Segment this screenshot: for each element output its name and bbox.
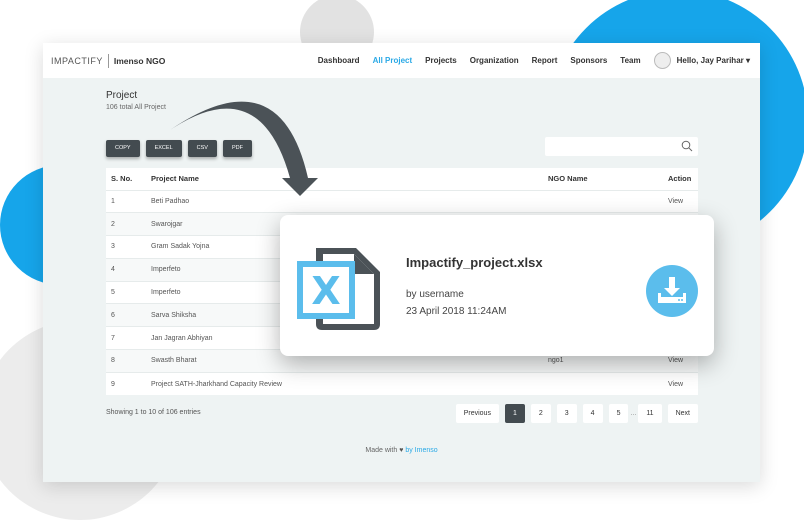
svg-text:X: X — [311, 269, 340, 313]
excel-file-icon: X — [297, 248, 380, 330]
file-date: 23 April 2018 11:24AM — [406, 306, 507, 317]
download-icon — [658, 277, 686, 303]
file-author: by username — [406, 289, 464, 300]
file-name: Impactify_project.xlsx — [406, 255, 543, 270]
download-button[interactable] — [646, 265, 698, 317]
download-popup: X Impactify_project.xlsx by username 23 … — [280, 215, 714, 356]
